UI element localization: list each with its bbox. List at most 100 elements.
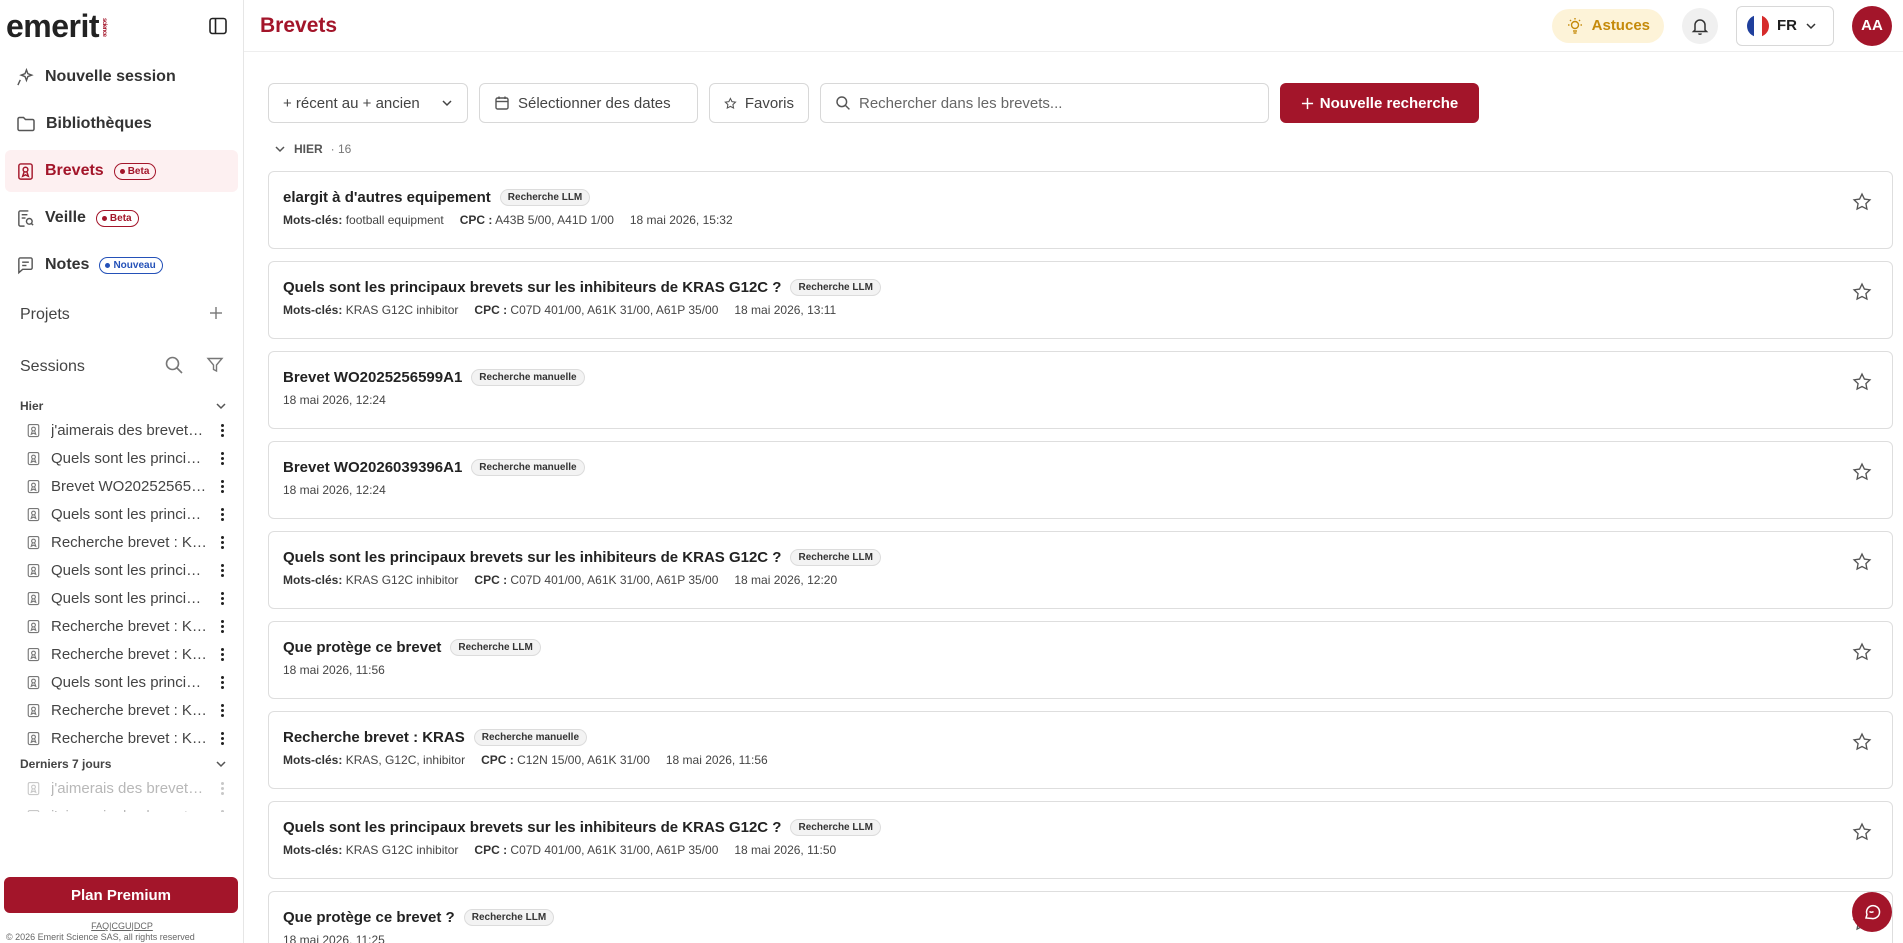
sidebar-toggle-icon[interactable]: [205, 13, 231, 39]
session-item[interactable]: Recherche brevet : KRAS: [0, 724, 243, 752]
session-item[interactable]: j'aimerais des brevets…: [0, 774, 243, 802]
nav-item-label: Veille: [45, 209, 86, 226]
session-item[interactable]: Quels sont les principaux…: [0, 668, 243, 696]
search-type-tag: Recherche manuelle: [471, 458, 585, 476]
projets-label: Projets: [20, 306, 70, 323]
session-item[interactable]: Recherche brevet : KRAS: [0, 696, 243, 724]
result-card[interactable]: elargit à d'autres equipement Recherche …: [268, 171, 1893, 249]
search-sessions-icon[interactable]: [164, 355, 184, 380]
favorite-star-icon[interactable]: [1852, 552, 1872, 577]
premium-plan-button[interactable]: Plan Premium: [4, 877, 238, 913]
session-item[interactable]: Recherche brevet : KRAS: [0, 528, 243, 556]
session-title: Quels sont les principaux…: [51, 561, 207, 579]
session-menu-icon[interactable]: [217, 809, 227, 812]
day-group-header[interactable]: HIER · 16: [274, 142, 351, 156]
result-card[interactable]: Quels sont les principaux brevets sur le…: [268, 261, 1893, 339]
patent-search-input[interactable]: [859, 94, 1254, 112]
day-group-count: · 16: [330, 142, 352, 156]
session-menu-icon[interactable]: [217, 423, 227, 437]
cpc-codes: CPC : C12N 15/00, A61K 31/00: [481, 753, 650, 767]
cpc-codes: CPC : C07D 401/00, A61K 31/00, A61P 35/0…: [474, 303, 719, 317]
session-title: Quels sont les principaux…: [51, 589, 207, 607]
favorite-star-icon[interactable]: [1852, 372, 1872, 397]
user-avatar[interactable]: AA: [1852, 5, 1892, 46]
add-project-icon[interactable]: [208, 305, 224, 326]
session-menu-icon[interactable]: [217, 731, 227, 745]
chat-support-button[interactable]: [1852, 892, 1892, 932]
france-flag-icon: [1747, 14, 1769, 37]
patent-session-icon: [27, 703, 40, 717]
session-menu-icon[interactable]: [217, 647, 227, 661]
session-menu-icon[interactable]: [217, 563, 227, 577]
nav-item-label: Nouvelle session: [45, 68, 176, 85]
session-title: Recherche brevet : KRAS: [51, 617, 207, 635]
session-item[interactable]: j'aimerais des brevets…: [0, 802, 243, 812]
session-menu-icon[interactable]: [217, 479, 227, 493]
group-yesterday[interactable]: Hier: [0, 396, 243, 416]
session-item[interactable]: Recherche brevet : KRAS: [0, 640, 243, 668]
result-card[interactable]: Que protège ce brevet ? Recherche LLM 18…: [268, 891, 1893, 943]
session-title: j'aimerais des brevets…: [51, 421, 207, 439]
result-card[interactable]: Brevet WO2026039396A1 Recherche manuelle…: [268, 441, 1893, 519]
session-item[interactable]: Quels sont les principaux…: [0, 584, 243, 612]
favorites-filter-button[interactable]: Favoris: [709, 83, 809, 123]
astuces-button[interactable]: Astuces: [1551, 8, 1664, 43]
filter-sessions-icon[interactable]: [206, 356, 224, 379]
card-title: Recherche brevet : KRAS: [283, 728, 465, 746]
nav-badge: Beta: [113, 162, 157, 180]
nav-item-label: Brevets: [45, 162, 104, 179]
result-card[interactable]: Recherche brevet : KRAS Recherche manuel…: [268, 711, 1893, 789]
search-type-tag: Recherche LLM: [499, 188, 591, 206]
notifications-bell-icon[interactable]: [1682, 7, 1718, 44]
session-menu-icon[interactable]: [217, 591, 227, 605]
card-date: 18 mai 2026, 11:56: [665, 753, 768, 767]
session-item[interactable]: Quels sont les principaux…: [0, 500, 243, 528]
session-menu-icon[interactable]: [217, 535, 227, 549]
logo[interactable]: emerit science: [6, 8, 107, 45]
patent-session-icon: [27, 781, 40, 795]
favorite-star-icon[interactable]: [1852, 732, 1872, 757]
date-picker-button[interactable]: Sélectionner des dates: [479, 83, 698, 123]
favorite-star-icon[interactable]: [1852, 282, 1872, 307]
session-menu-icon[interactable]: [217, 619, 227, 633]
result-card[interactable]: Que protège ce brevet Recherche LLM 18 m…: [268, 621, 1893, 699]
nav-item-brevets[interactable]: Brevets Beta: [5, 150, 238, 192]
result-card[interactable]: Brevet WO2025256599A1 Recherche manuelle…: [268, 351, 1893, 429]
certificate-icon: [16, 162, 35, 181]
topbar: Brevets Astuces FR AA: [244, 0, 1903, 52]
session-item[interactable]: j'aimerais des brevets…: [0, 416, 243, 444]
result-card[interactable]: Quels sont les principaux brevets sur le…: [268, 801, 1893, 879]
sort-dropdown[interactable]: + récent au + ancien: [268, 83, 468, 123]
new-search-button[interactable]: Nouvelle recherche: [1280, 83, 1479, 123]
nav-item-bibliothèques[interactable]: Bibliothèques: [5, 103, 238, 145]
session-menu-icon[interactable]: [217, 781, 227, 795]
favorite-star-icon[interactable]: [1852, 642, 1872, 667]
chevron-down-icon: [216, 761, 226, 768]
result-card[interactable]: Quels sont les principaux brevets sur le…: [268, 531, 1893, 609]
session-item[interactable]: Brevet WO2025256599A1: [0, 472, 243, 500]
favorite-star-icon[interactable]: [1852, 192, 1872, 217]
footer-links[interactable]: FAQ|CGU|DCP: [0, 921, 244, 931]
session-item[interactable]: Quels sont les principaux…: [0, 444, 243, 472]
favorite-star-icon[interactable]: [1852, 822, 1872, 847]
favorite-star-icon[interactable]: [1852, 462, 1872, 487]
language-selector[interactable]: FR: [1736, 5, 1834, 46]
search-type-tag: Recherche LLM: [790, 818, 881, 836]
document-search-icon: [16, 209, 35, 228]
nav-item-nouvelle-session[interactable]: Nouvelle session: [5, 56, 238, 98]
session-item[interactable]: Quels sont les principaux…: [0, 556, 243, 584]
session-menu-icon[interactable]: [217, 703, 227, 717]
nav-item-veille[interactable]: Veille Beta: [5, 197, 238, 239]
group-week[interactable]: Derniers 7 jours: [0, 754, 243, 774]
session-menu-icon[interactable]: [217, 675, 227, 689]
session-menu-icon[interactable]: [217, 507, 227, 521]
session-menu-icon[interactable]: [217, 451, 227, 465]
nav-item-notes[interactable]: Notes Nouveau: [5, 244, 238, 286]
lightbulb-icon: [1567, 17, 1582, 34]
patent-search-field[interactable]: [820, 83, 1269, 123]
plus-icon: [1301, 97, 1313, 109]
keywords: Mots-clés: KRAS G12C inhibitor: [283, 303, 459, 317]
session-item[interactable]: Recherche brevet : KRAS: [0, 612, 243, 640]
card-date: 18 mai 2026, 15:32: [629, 213, 733, 227]
cpc-codes: CPC : C07D 401/00, A61K 31/00, A61P 35/0…: [474, 843, 719, 857]
